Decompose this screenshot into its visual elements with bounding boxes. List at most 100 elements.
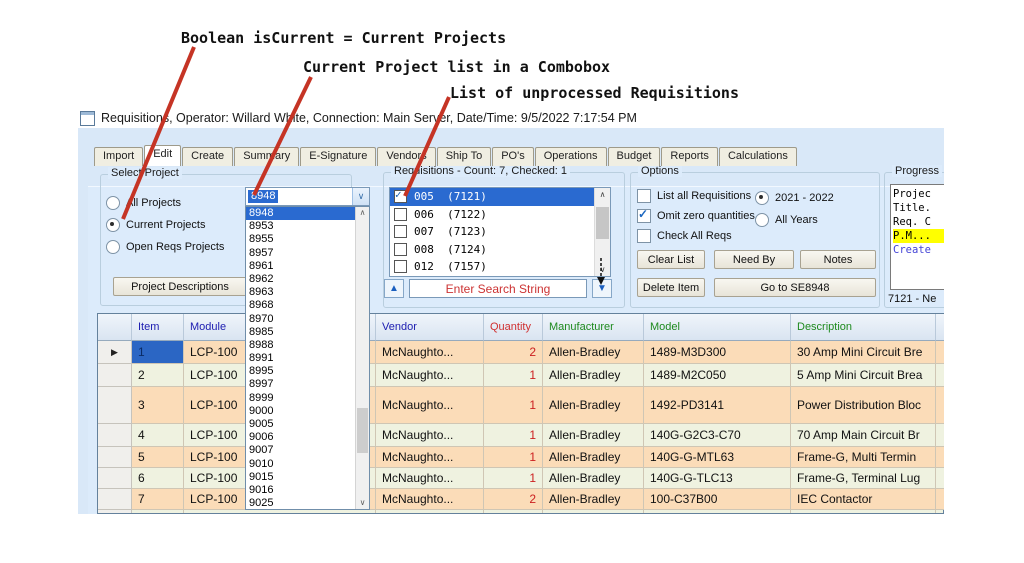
requisition-item[interactable]: 012 (7157) (390, 258, 610, 276)
cell-description[interactable]: 70 Amp Main Circuit Br (791, 424, 936, 447)
project-combobox[interactable]: 8948 ∨ (245, 187, 370, 206)
cell-vendor[interactable]: McNaughto... (376, 424, 484, 447)
search-down-button[interactable]: ▼ (592, 279, 612, 298)
tab[interactable]: PO's (492, 147, 534, 166)
row-selector-cell[interactable] (98, 447, 132, 468)
tab[interactable]: Budget (608, 147, 661, 166)
cell-vendor[interactable]: McNaughto... (376, 364, 484, 387)
option-checkbox-row[interactable]: Omit zero quantities (637, 206, 757, 226)
cell-description[interactable]: 30 Amp Mini Circuit Bre (791, 341, 936, 364)
project-dropdown-option[interactable]: 8953 (246, 220, 356, 233)
column-header-vendor[interactable]: Vendor (376, 314, 484, 341)
cell-item[interactable]: 1 (132, 341, 184, 364)
cell-quantity[interactable]: 1 (484, 447, 543, 468)
year-radio-row[interactable]: 2021 - 2022 (755, 187, 865, 209)
requisition-checkbox[interactable] (394, 225, 407, 238)
grid-corner-cell[interactable] (98, 314, 132, 341)
dropdown-scrollbar[interactable]: ∧ ∨ (355, 207, 369, 509)
requisition-item[interactable]: 007 (7123) (390, 223, 610, 241)
cell-item[interactable]: 3 (132, 387, 184, 424)
cell-manufacturer[interactable]: Allen-Bradley (543, 341, 644, 364)
requisitions-scrollbar-thumb[interactable] (596, 207, 609, 239)
option-checkbox-row[interactable]: Check All Reqs (637, 226, 757, 246)
cell-model[interactable]: 140G-G-TLC13 (644, 468, 791, 489)
option-checkbox-row[interactable]: List all Requisitions (637, 186, 757, 206)
table-row[interactable]: ▶ 1 LCP-100 McNaughto... 2 Allen-Bradley… (98, 341, 943, 364)
table-row[interactable]: 5 LCP-100 McNaughto... 1 Allen-Bradley 1… (98, 447, 943, 468)
project-dropdown-option[interactable]: 8985 (246, 326, 356, 339)
row-selector-cell[interactable] (98, 489, 132, 510)
project-dropdown-option[interactable]: 8962 (246, 273, 356, 286)
requisitions-scrollbar[interactable]: ∧ ∨ (594, 188, 610, 276)
project-dropdown-option[interactable]: 8955 (246, 233, 356, 246)
cell-manufacturer[interactable]: Allen-Bradley (543, 387, 644, 424)
notes-button[interactable]: Notes (800, 250, 876, 269)
project-dropdown-option[interactable]: 9006 (246, 431, 356, 444)
project-dropdown-option[interactable]: 9000 (246, 405, 356, 418)
tab[interactable]: Reports (661, 147, 718, 166)
cell-item[interactable]: 4 (132, 424, 184, 447)
dropdown-scrollbar-thumb[interactable] (357, 408, 368, 453)
project-dropdown-option[interactable]: 8948 (246, 207, 356, 220)
cell-manufacturer[interactable]: Allen-Bradley (543, 447, 644, 468)
cell-vendor[interactable]: McNaughto... (376, 489, 484, 510)
project-dropdown-option[interactable]: 8968 (246, 299, 356, 312)
cell-manufacturer[interactable]: Allen-Bradley (543, 489, 644, 510)
row-selector-cell[interactable]: ▶ (98, 341, 132, 364)
table-row[interactable]: 6 LCP-100 McNaughto... 1 Allen-Bradley 1… (98, 468, 943, 489)
requisition-checkbox[interactable] (394, 260, 407, 273)
tab[interactable]: Import (94, 147, 143, 166)
requisition-checkbox[interactable] (394, 208, 407, 221)
cell-model[interactable]: 1489-M2C050 (644, 364, 791, 387)
tab[interactable]: Vendors (377, 147, 435, 166)
tab[interactable]: Edit (144, 145, 181, 166)
project-dropdown-option[interactable]: 9015 (246, 471, 356, 484)
tab[interactable]: Calculations (719, 147, 797, 166)
cell-quantity[interactable]: 2 (484, 341, 543, 364)
project-dropdown-option[interactable]: 9005 (246, 418, 356, 431)
cell-vendor[interactable]: McNaughto... (376, 387, 484, 424)
project-dropdown-option[interactable]: 9016 (246, 484, 356, 497)
table-row[interactable]: 7 LCP-100 McNaughto... 2 Allen-Bradley 1… (98, 489, 943, 510)
cell-manufacturer[interactable]: Allen-Bradley (543, 364, 644, 387)
requisition-checkbox[interactable] (394, 190, 407, 203)
scroll-down-icon[interactable]: ∨ (356, 497, 369, 509)
cell-model[interactable]: 140G-G-MTL63 (644, 447, 791, 468)
year-radio-row[interactable]: All Years (755, 209, 865, 231)
cell-description[interactable]: Power Distribution Bloc (791, 387, 936, 424)
table-row[interactable]: 3 LCP-100 McNaughto... 1 Allen-Bradley 1… (98, 387, 943, 424)
tab[interactable]: Create (182, 147, 233, 166)
project-dropdown-option[interactable]: 9010 (246, 458, 356, 471)
requisition-item[interactable]: 006 (7122) (390, 206, 610, 224)
cell-vendor[interactable]: McNaughto... (376, 341, 484, 364)
table-row[interactable]: 2 LCP-100 McNaughto... 1 Allen-Bradley 1… (98, 364, 943, 387)
project-dropdown-option[interactable]: 8963 (246, 286, 356, 299)
scroll-up-icon[interactable]: ∧ (356, 207, 369, 219)
cell-model[interactable]: 1492-PD3141 (644, 387, 791, 424)
project-dropdown-option[interactable]: 9007 (246, 444, 356, 457)
column-header-item[interactable]: Item (132, 314, 184, 341)
cell-vendor[interactable]: McNaughto... (376, 447, 484, 468)
project-dropdown-option[interactable]: 8999 (246, 392, 356, 405)
cell-quantity[interactable]: 2 (484, 489, 543, 510)
cell-item[interactable]: 2 (132, 364, 184, 387)
column-header-quantity[interactable]: Quantity (484, 314, 543, 341)
tab[interactable]: Ship To (437, 147, 492, 166)
row-selector-cell[interactable] (98, 468, 132, 489)
search-input[interactable] (409, 279, 587, 298)
cell-quantity[interactable]: 1 (484, 424, 543, 447)
cell-description[interactable]: Frame-G, Multi Termin (791, 447, 936, 468)
tab[interactable]: E-Signature (300, 147, 376, 166)
project-dropdown-option[interactable]: 8970 (246, 313, 356, 326)
project-dropdown-option[interactable]: 8995 (246, 365, 356, 378)
cell-manufacturer[interactable]: Allen-Bradley (543, 424, 644, 447)
project-dropdown-option[interactable]: 8991 (246, 352, 356, 365)
cell-vendor[interactable]: McNaughto... (376, 468, 484, 489)
chevron-down-icon[interactable]: ∨ (352, 188, 369, 205)
cell-model[interactable]: 100-C37B00 (644, 489, 791, 510)
project-dropdown-option[interactable]: 9025 (246, 497, 356, 510)
requisition-item[interactable]: 005 (7121) (390, 188, 610, 206)
project-descriptions-button[interactable]: Project Descriptions (113, 277, 247, 296)
tab[interactable]: Summary (234, 147, 299, 166)
cell-item[interactable]: 5 (132, 447, 184, 468)
